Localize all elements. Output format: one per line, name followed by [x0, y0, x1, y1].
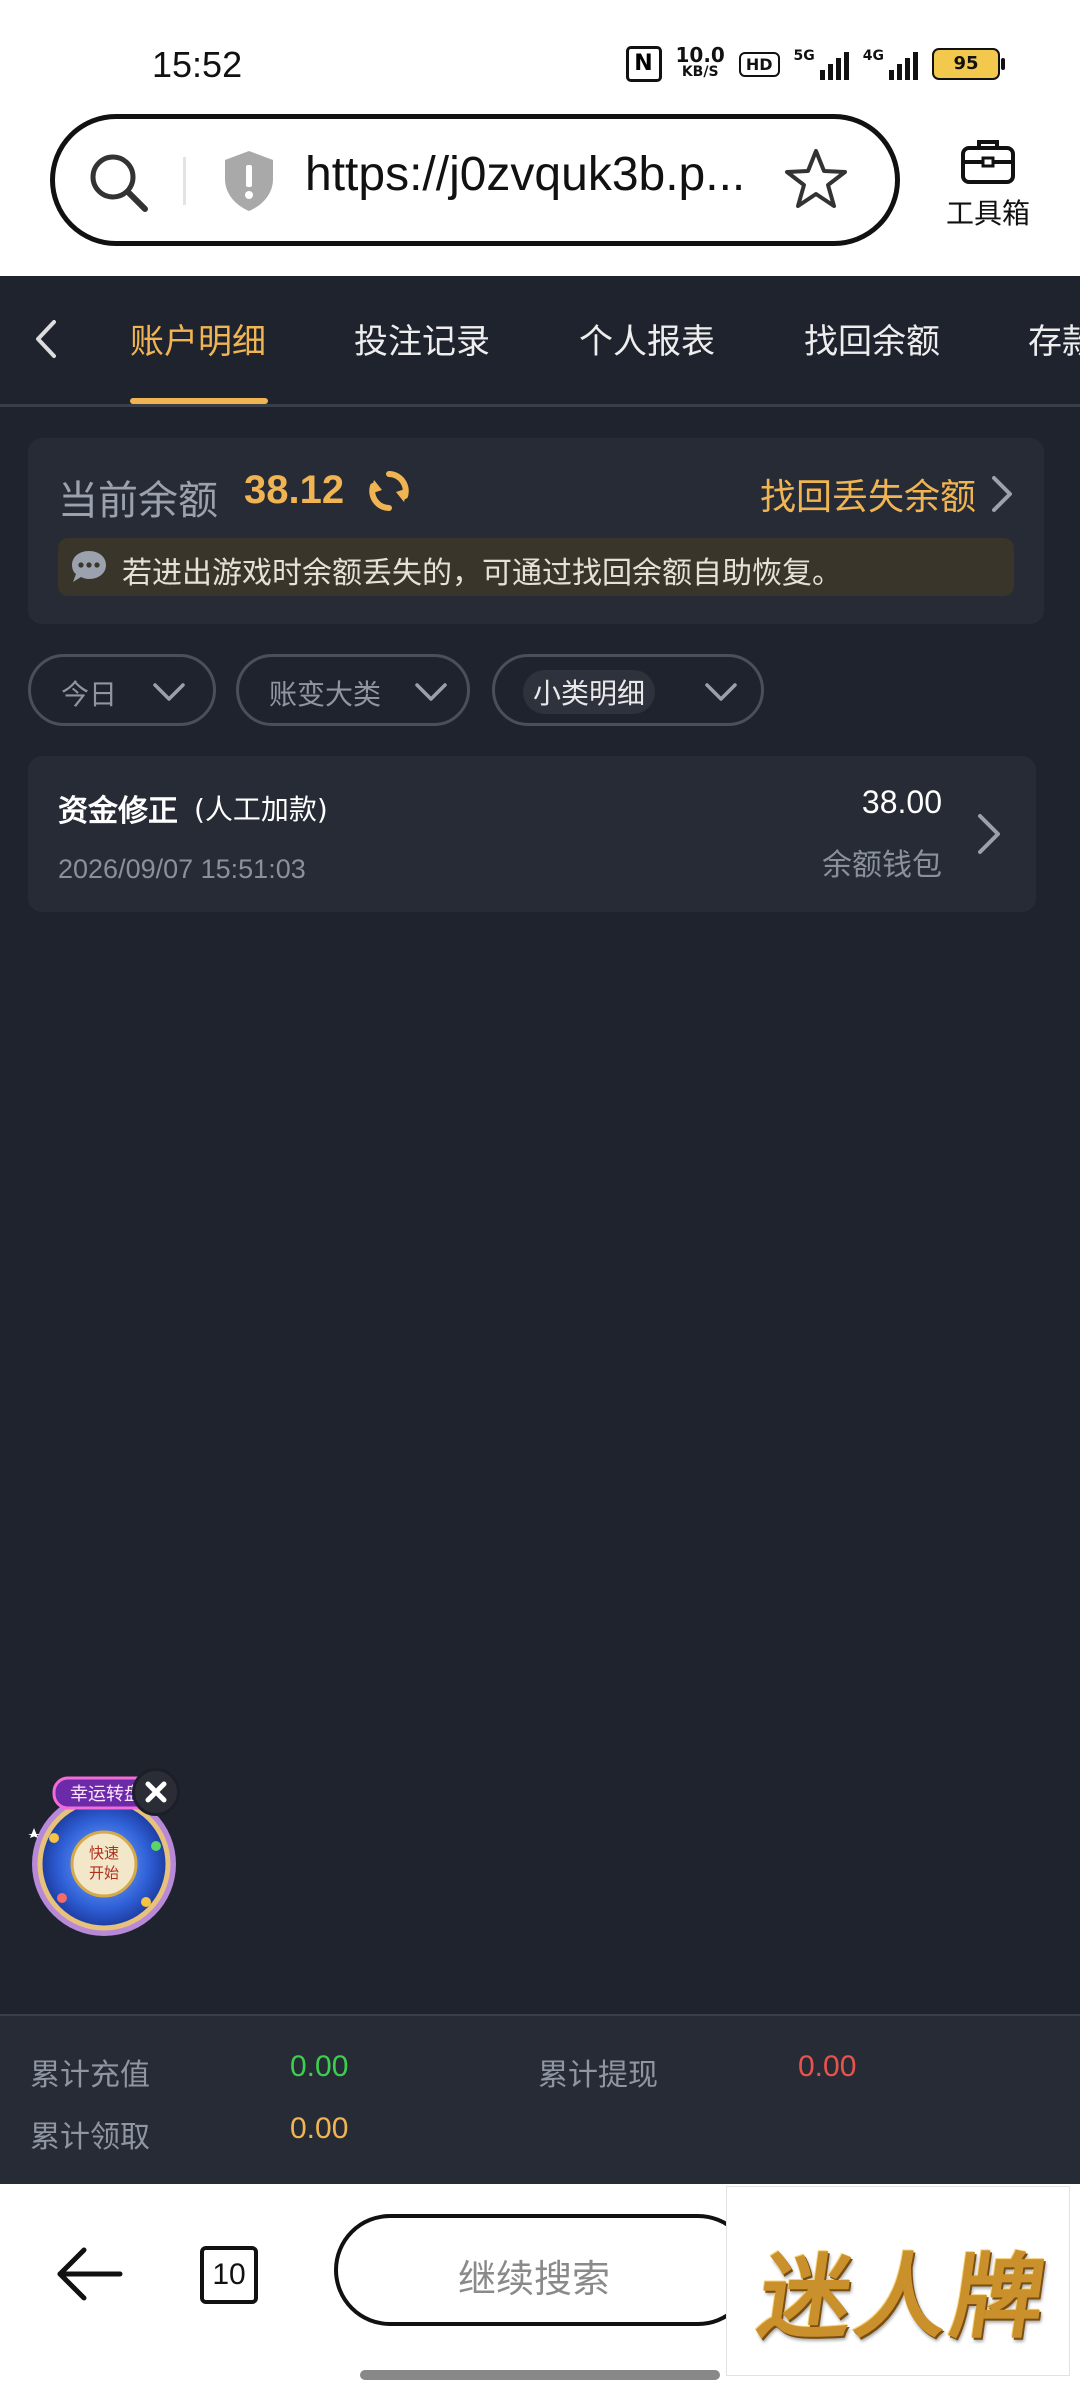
close-icon	[145, 1781, 167, 1803]
battery-icon: 95	[932, 48, 1005, 80]
total-claim-label: 累计领取	[30, 2120, 150, 2155]
browser-toolbar: https://j0zvquk3b.p... 工具箱	[0, 100, 1080, 276]
gesture-bar[interactable]	[360, 2370, 720, 2380]
filter-subcategory-dropdown[interactable]: 小类明细	[492, 654, 764, 726]
filter-category-dropdown[interactable]: 账变大类	[236, 654, 470, 726]
chevron-down-icon	[415, 683, 447, 701]
net-speed-unit: KB/S	[681, 64, 719, 80]
notice-text: 若进出游戏时余额丢失的，可通过找回余额自助恢复。	[122, 556, 842, 591]
search-icon[interactable]	[87, 151, 151, 215]
back-arrow-icon[interactable]	[54, 2246, 126, 2302]
status-time: 15:52	[152, 44, 243, 85]
balance-label: 当前余额	[58, 478, 218, 524]
tab-count-button[interactable]: 10	[200, 2246, 258, 2304]
active-tab-indicator	[130, 398, 268, 404]
transaction-amount: 38.00	[861, 784, 942, 820]
url-text[interactable]: https://j0zvquk3b.p...	[305, 147, 745, 202]
net-speed-value: 10.0	[675, 43, 725, 67]
filter-date-label: 今日	[61, 678, 118, 711]
tab-deposit[interactable]: 存款	[1028, 314, 1080, 363]
total-recharge-value: 0.00	[290, 2050, 349, 2083]
chevron-right-icon	[992, 476, 1012, 512]
transaction-date: 2026/09/07 15:51:03	[58, 854, 306, 884]
balance-card: 当前余额 38.12 找回丢失余额 若进出游戏时余额丢失的，可通过找回余额自助恢…	[28, 438, 1044, 624]
signal-4g-icon: 4G	[863, 48, 918, 80]
wheel-center-line1: 快速	[89, 1844, 119, 1862]
totals-panel: 累计充值 0.00 累计提现 0.00 累计领取 0.00	[0, 2014, 1080, 2186]
total-claim-value: 0.00	[290, 2112, 349, 2145]
toolbox-icon	[961, 140, 1015, 184]
back-chevron-icon[interactable]	[26, 314, 66, 364]
shield-icon[interactable]	[221, 149, 277, 213]
toolbox-button[interactable]: 工具箱	[936, 136, 1040, 232]
star-bookmark-icon[interactable]	[783, 147, 849, 213]
total-withdraw-value: 0.00	[798, 2050, 857, 2083]
signal-5g-label: 5G	[793, 48, 815, 64]
filter-category-label: 账变大类	[269, 678, 382, 711]
tab-account-details[interactable]: 账户明细	[130, 314, 266, 363]
chevron-down-icon	[153, 683, 185, 701]
signal-5g-icon: 5G	[794, 48, 849, 80]
toolbox-label: 工具箱	[945, 197, 1030, 230]
chevron-right-icon	[978, 814, 1000, 854]
tab-recover-balance[interactable]: 找回余额	[804, 314, 940, 363]
transaction-row[interactable]: 资金修正 (人工加款) 2026/09/07 15:51:03 38.00 余额…	[28, 756, 1036, 912]
wheel-center-line2: 开始	[89, 1864, 119, 1882]
address-bar[interactable]: https://j0zvquk3b.p...	[50, 114, 900, 246]
total-withdraw-label: 累计提现	[538, 2058, 658, 2093]
address-divider	[183, 157, 186, 205]
net-speed: 10.0 KB/S	[675, 43, 725, 81]
balance-notice: 若进出游戏时余额丢失的，可通过找回余额自助恢复。	[58, 538, 1014, 596]
tab-bet-records[interactable]: 投注记录	[354, 314, 490, 363]
continue-search-button[interactable]: 继续搜索	[334, 2214, 754, 2326]
nfc-icon: N	[625, 46, 662, 82]
hd-icon: HD	[738, 51, 780, 77]
refresh-icon[interactable]	[366, 468, 412, 514]
transaction-wallet: 余额钱包	[822, 848, 942, 883]
total-recharge-label: 累计充值	[30, 2058, 150, 2093]
continue-search-label: 继续搜索	[458, 2257, 611, 2301]
chevron-down-icon	[705, 683, 737, 701]
signal-4g-label: 4G	[862, 48, 884, 64]
status-icons: N 10.0 KB/S HD 5G 4G 95	[625, 43, 1005, 82]
recover-lost-balance-link[interactable]: 找回丢失余额	[760, 468, 1014, 520]
message-bubble-icon	[72, 551, 106, 582]
recover-lost-balance-label: 找回丢失余额	[759, 477, 976, 518]
transaction-subtitle: (人工加款)	[194, 793, 328, 826]
ad-logo-banner[interactable]: 迷人牌	[726, 2186, 1070, 2376]
filter-subcategory-label: 小类明细	[523, 670, 656, 714]
account-tabs: 账户明细 投注记录 个人报表 找回余额 存款	[0, 276, 1080, 407]
status-bar: 15:52 N 10.0 KB/S HD 5G 4G 95	[0, 0, 1080, 100]
wheel-close-button[interactable]	[132, 1768, 180, 1816]
filter-date-dropdown[interactable]: 今日	[28, 654, 216, 726]
transaction-title: 资金修正	[58, 794, 178, 829]
tab-personal-report[interactable]: 个人报表	[579, 314, 715, 363]
balance-value: 38.12	[244, 468, 345, 512]
ad-logo-text: 迷人牌	[752, 2243, 1056, 2351]
